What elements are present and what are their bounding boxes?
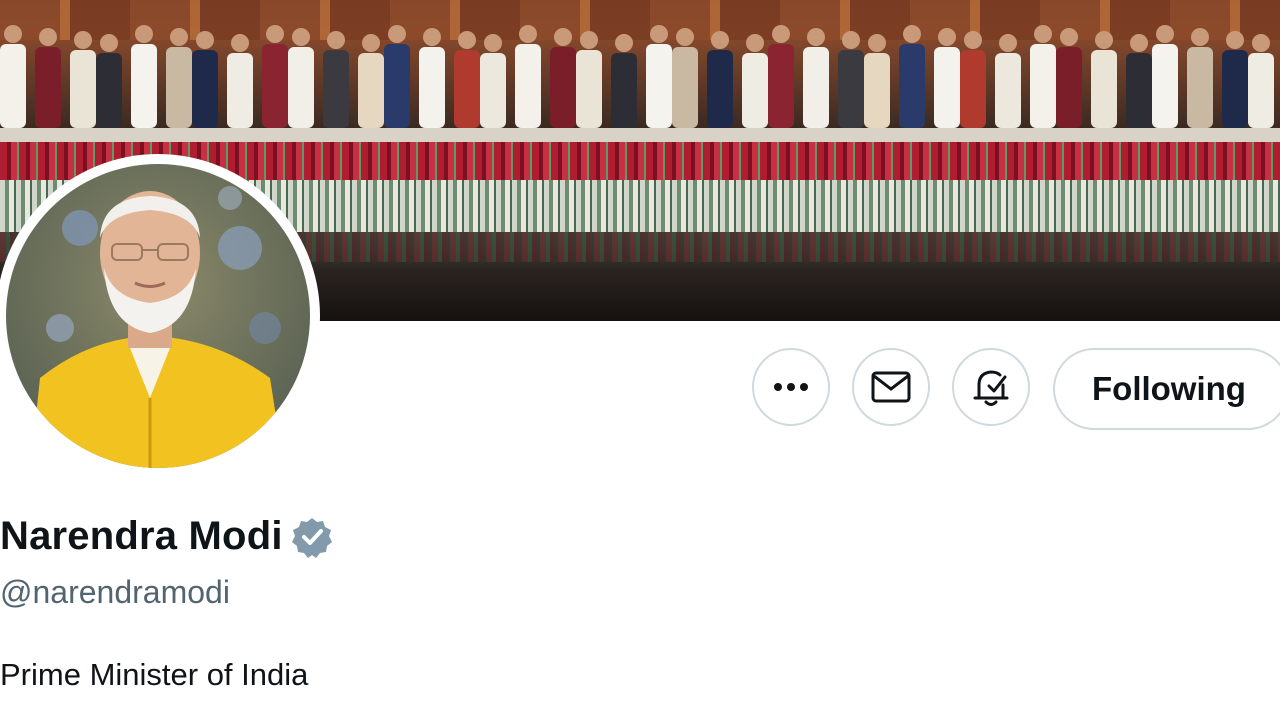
banner-person-body: [288, 47, 314, 128]
banner-person-body: [70, 50, 96, 128]
profile-avatar[interactable]: [0, 154, 320, 478]
banner-person-head: [1191, 28, 1209, 46]
banner-person-head: [519, 25, 537, 43]
profile-name-row: Narendra Modi: [0, 514, 333, 559]
banner-person-body: [1248, 53, 1274, 128]
banner-person-body: [707, 50, 733, 128]
banner-person-head: [999, 34, 1017, 52]
banner-person-head: [135, 25, 153, 43]
banner-person-body: [1187, 47, 1213, 128]
banner-person-head: [772, 25, 790, 43]
banner-person-body: [192, 50, 218, 128]
bell-check-icon: [973, 370, 1009, 406]
banner-person-head: [676, 28, 694, 46]
banner-person-body: [611, 53, 637, 128]
banner-person-head: [1252, 34, 1270, 52]
banner-person-head: [615, 34, 633, 52]
profile-bio: Prime Minister of India: [0, 657, 309, 692]
profile-handle: @narendramodi: [0, 574, 230, 610]
banner-person-head: [746, 34, 764, 52]
banner-person-body: [1152, 44, 1178, 128]
banner-person-head: [650, 25, 668, 43]
banner-person-head: [74, 31, 92, 49]
banner-person-head: [1060, 28, 1078, 46]
banner-person-body: [995, 53, 1021, 128]
banner-person-head: [39, 28, 57, 46]
banner-person-body: [35, 47, 61, 128]
banner-person-head: [292, 28, 310, 46]
more-button[interactable]: [752, 348, 830, 426]
banner-person-head: [807, 28, 825, 46]
banner-person-body: [934, 47, 960, 128]
banner-person-body: [742, 53, 768, 128]
banner-person-body: [899, 44, 925, 128]
banner-person-body: [1030, 44, 1056, 128]
banner-person-head: [938, 28, 956, 46]
banner-person-body: [96, 53, 122, 128]
banner-person-body: [672, 47, 698, 128]
banner-floor: [0, 128, 1280, 142]
banner-person-body: [0, 44, 26, 128]
banner-person-body: [480, 53, 506, 128]
notifications-button[interactable]: [952, 348, 1030, 426]
banner-person-body: [323, 50, 349, 128]
message-button[interactable]: [852, 348, 930, 426]
banner-person-head: [266, 25, 284, 43]
banner-person-head: [1226, 31, 1244, 49]
banner-person-head: [1156, 25, 1174, 43]
banner-person-head: [388, 25, 406, 43]
banner-person-body: [1222, 50, 1248, 128]
ellipsis-icon: [774, 383, 808, 391]
banner-person-body: [227, 53, 253, 128]
banner-person-body: [864, 53, 890, 128]
banner-person-head: [868, 34, 886, 52]
banner-person-body: [131, 44, 157, 128]
banner-person-body: [646, 44, 672, 128]
banner-person-body: [515, 44, 541, 128]
banner-person-head: [580, 31, 598, 49]
banner-person-body: [166, 47, 192, 128]
banner-person-body: [1126, 53, 1152, 128]
banner-person-head: [554, 28, 572, 46]
banner-person-head: [423, 28, 441, 46]
display-name: Narendra Modi: [0, 514, 283, 558]
following-label: Following: [1092, 370, 1246, 407]
envelope-icon: [871, 371, 911, 403]
banner-person-head: [231, 34, 249, 52]
banner-person-head: [1095, 31, 1113, 49]
avatar-portrait-image: [6, 164, 310, 468]
following-button[interactable]: Following: [1053, 348, 1280, 430]
banner-person-body: [550, 47, 576, 128]
banner-person-body: [576, 50, 602, 128]
banner-person-head: [458, 31, 476, 49]
banner-person-head: [1130, 34, 1148, 52]
banner-person-body: [838, 50, 864, 128]
banner-person-head: [842, 31, 860, 49]
banner-person-body: [1091, 50, 1117, 128]
verified-badge-icon: [291, 517, 332, 558]
banner-person-head: [362, 34, 380, 52]
banner-person-head: [903, 25, 921, 43]
banner-person-head: [484, 34, 502, 52]
banner-person-head: [170, 28, 188, 46]
banner-person-body: [358, 53, 384, 128]
banner-people-group: [0, 25, 1274, 128]
banner-person-body: [262, 44, 288, 128]
banner-person-head: [4, 25, 22, 43]
banner-person-head: [196, 31, 214, 49]
banner-person-body: [384, 44, 410, 128]
banner-person-head: [327, 31, 345, 49]
banner-person-body: [960, 50, 986, 128]
banner-person-body: [768, 44, 794, 128]
banner-person-body: [419, 47, 445, 128]
banner-person-body: [803, 47, 829, 128]
banner-person-body: [454, 50, 480, 128]
banner-person-body: [1056, 47, 1082, 128]
banner-person-head: [1034, 25, 1052, 43]
banner-person-head: [964, 31, 982, 49]
banner-person-head: [100, 34, 118, 52]
banner-person-head: [711, 31, 729, 49]
